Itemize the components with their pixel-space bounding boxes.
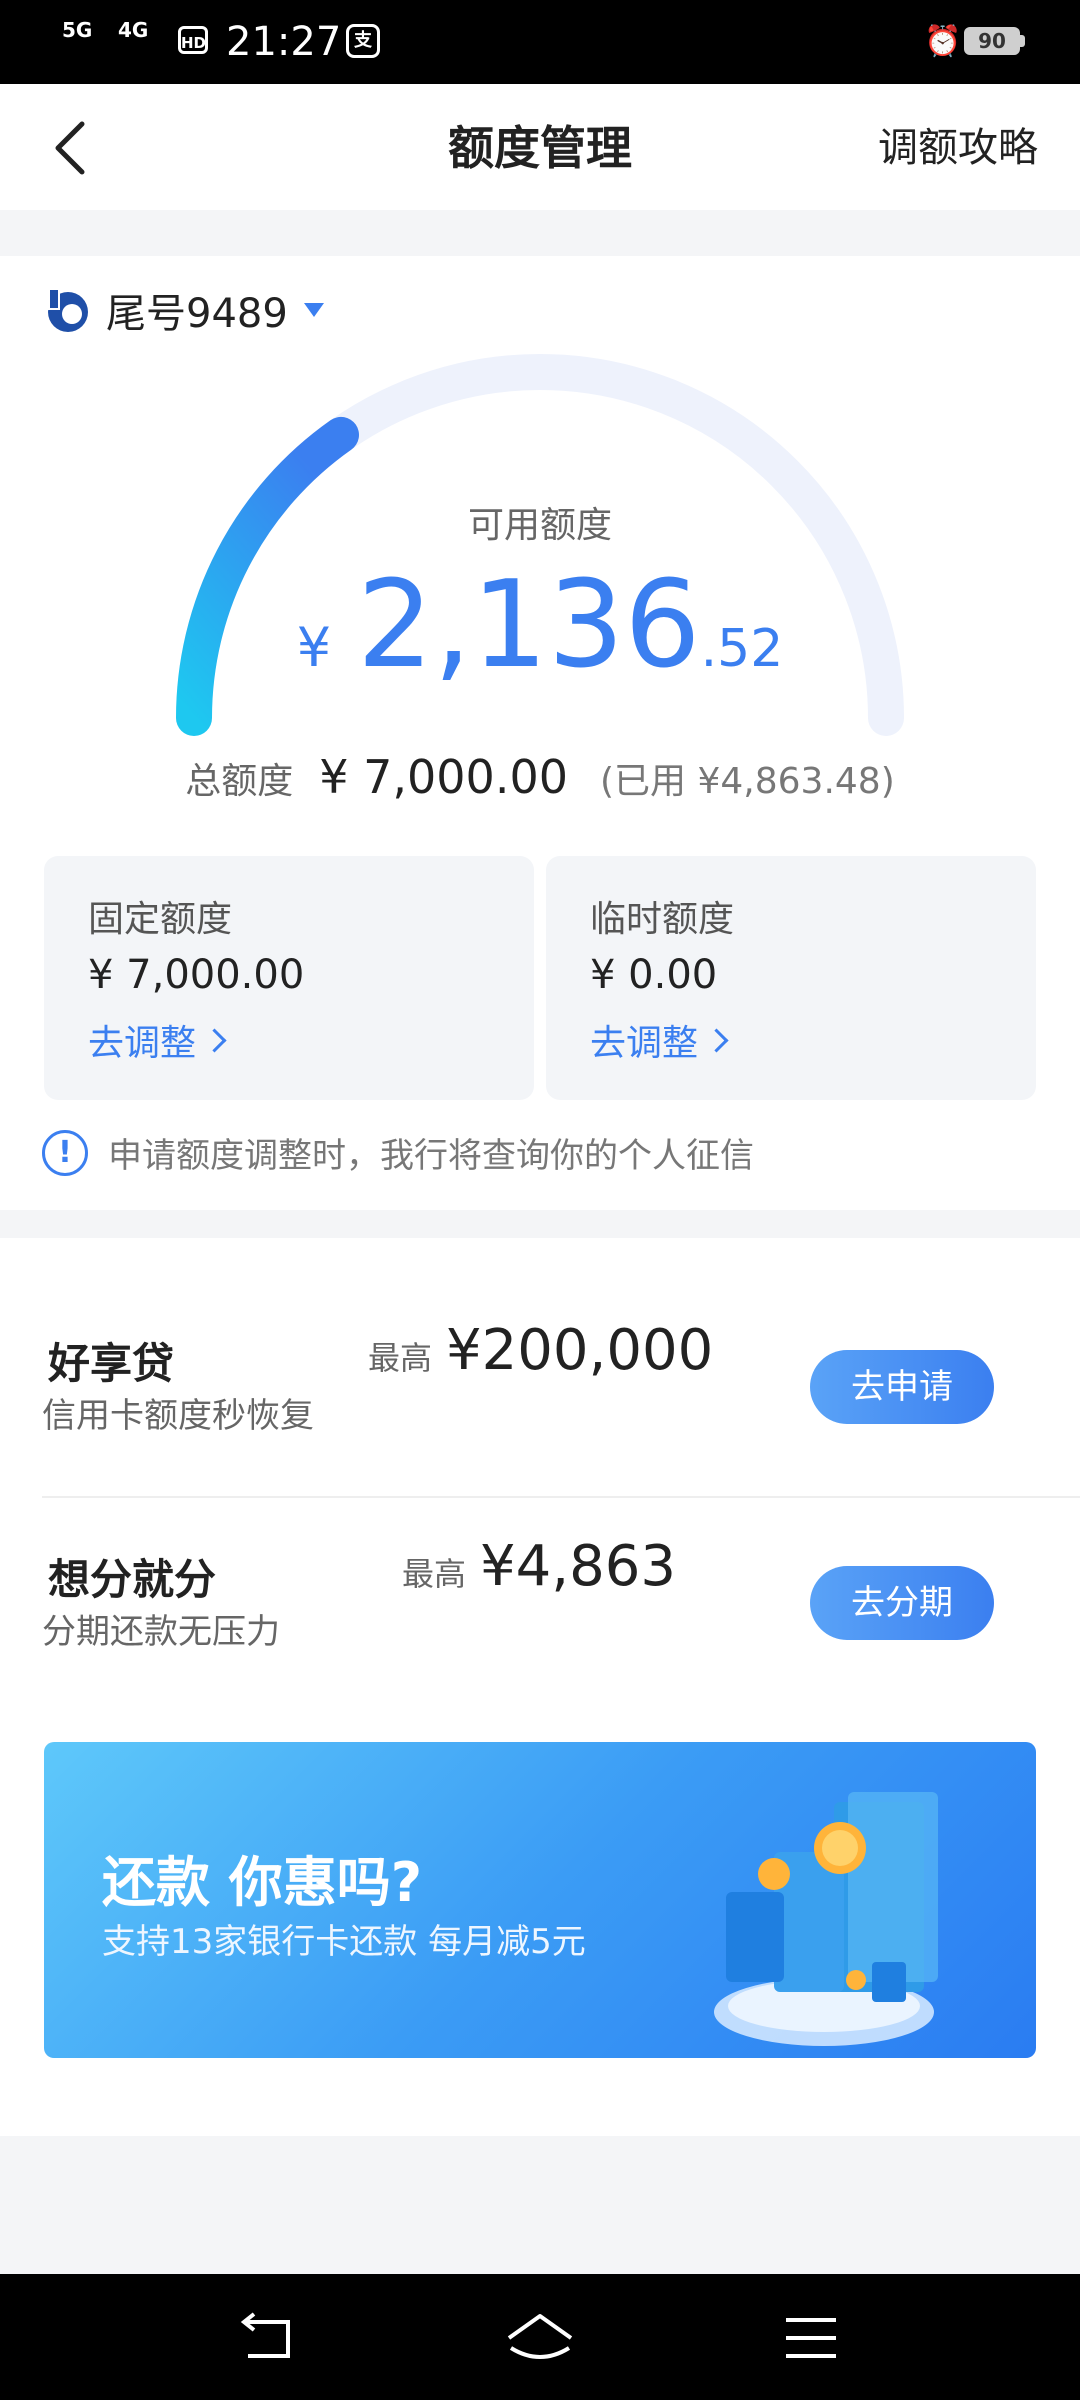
hd-icon: HD xyxy=(178,26,208,54)
total-quota-label: 总额度 xyxy=(185,761,294,802)
home-nav-icon[interactable] xyxy=(505,2308,575,2368)
network-4g-indicator: 4G xyxy=(118,18,149,42)
card-selector[interactable]: 尾号9489 xyxy=(44,280,324,340)
available-quota-amount: ¥ 2,136 .52 xyxy=(0,556,1080,696)
product-list: 好享贷 信用卡额度秒恢复 最高 ¥200,000 去申请 想分就分 分期还款无压… xyxy=(0,1238,1080,1712)
status-bar: 5G 4G HD 21:27 支 ⏰ 90 xyxy=(0,0,1080,84)
chevron-right-icon xyxy=(704,1027,729,1053)
fixed-quota-title: 固定额度 xyxy=(88,899,233,940)
menu-nav-icon[interactable] xyxy=(776,2308,846,2368)
product-row-haoxiangdai: 好享贷 信用卡额度秒恢复 最高 ¥200,000 去申请 xyxy=(0,1238,1080,1452)
apply-button[interactable]: 去申请 xyxy=(810,1350,994,1424)
product-subtitle: 信用卡额度秒恢复 xyxy=(42,1396,314,1436)
banner-section: 还款 你惠吗? 支持13家银行卡还款 每月减5元 xyxy=(0,1712,1080,2136)
credit-inquiry-notice: ! 申请额度调整时，我行将查询你的个人征信 xyxy=(42,1128,754,1177)
product-name: 想分就分 xyxy=(48,1555,217,1604)
nav-bar: 额度管理 调额攻略 xyxy=(0,84,1080,210)
available-currency: ¥ xyxy=(296,616,332,679)
product-name: 好享贷 xyxy=(48,1339,175,1388)
notice-text: 申请额度调整时，我行将查询你的个人征信 xyxy=(108,1136,754,1176)
repayment-promo-banner[interactable]: 还款 你惠吗? 支持13家银行卡还款 每月减5元 xyxy=(44,1742,1036,2058)
fixed-quota-box: 固定额度 ¥ 7,000.00 去调整 xyxy=(44,856,534,1100)
available-quota-label: 可用额度 xyxy=(467,505,612,546)
total-quota-value: ¥ 7,000.00 xyxy=(319,750,568,804)
info-icon: ! xyxy=(42,1129,88,1176)
system-nav-bar xyxy=(0,2274,1080,2400)
battery-icon: 90 xyxy=(964,27,1020,55)
back-nav-icon[interactable] xyxy=(234,2308,304,2368)
quota-card: 尾号9489 可用额度 ¥ 2,136 .52 总额度 ¥ 7,000.00 (… xyxy=(0,256,1080,1210)
product-row-installment: 想分就分 分期还款无压力 最高 ¥4,863 去分期 xyxy=(0,1456,1080,1670)
total-quota-line: 总额度 ¥ 7,000.00 (已用 ¥4,863.48) xyxy=(0,750,1080,804)
max-label: 最高 xyxy=(402,1555,467,1593)
chevron-right-icon xyxy=(202,1027,227,1053)
dropdown-caret-icon xyxy=(303,303,324,317)
banner-subline: 支持13家银行卡还款 每月减5元 xyxy=(102,1922,586,1962)
available-integer: 2,136 xyxy=(357,556,701,695)
max-label: 最高 xyxy=(368,1339,433,1377)
clock: 21:27 xyxy=(226,19,342,65)
temporary-quota-title: 临时额度 xyxy=(590,899,735,940)
alipay-notification-icon: 支 xyxy=(346,24,380,58)
promo-illustration xyxy=(714,1792,938,2046)
available-decimal: .52 xyxy=(700,619,784,679)
adjust-fixed-label: 去调整 xyxy=(88,1023,197,1064)
used-quota-value: (已用 ¥4,863.48) xyxy=(599,761,895,802)
temporary-quota-box: 临时额度 ¥ 0.00 去调整 xyxy=(546,856,1036,1100)
product-max-amount: 最高 ¥200,000 xyxy=(368,1318,713,1383)
network-5g-indicator: 5G xyxy=(62,18,93,42)
adjust-temporary-quota-link[interactable]: 去调整 xyxy=(590,1014,729,1066)
max-value: ¥200,000 xyxy=(446,1318,714,1383)
product-max-amount: 最高 ¥4,863 xyxy=(402,1534,676,1599)
banner-headline: 还款 你惠吗? xyxy=(102,1851,423,1914)
temporary-quota-value: ¥ 0.00 xyxy=(590,952,718,998)
adjust-fixed-quota-link[interactable]: 去调整 xyxy=(88,1014,227,1066)
installment-button[interactable]: 去分期 xyxy=(810,1566,994,1640)
battery-tip xyxy=(1020,35,1025,47)
fixed-quota-value: ¥ 7,000.00 xyxy=(88,952,305,998)
max-value: ¥4,863 xyxy=(480,1534,676,1599)
bank-logo-icon xyxy=(48,288,88,332)
adjust-guide-link[interactable]: 调额攻略 xyxy=(878,122,1038,174)
alarm-icon: ⏰ xyxy=(924,24,962,59)
product-subtitle: 分期还款无压力 xyxy=(42,1612,280,1652)
card-tail-number: 尾号9489 xyxy=(106,291,288,337)
adjust-temporary-label: 去调整 xyxy=(590,1023,699,1064)
